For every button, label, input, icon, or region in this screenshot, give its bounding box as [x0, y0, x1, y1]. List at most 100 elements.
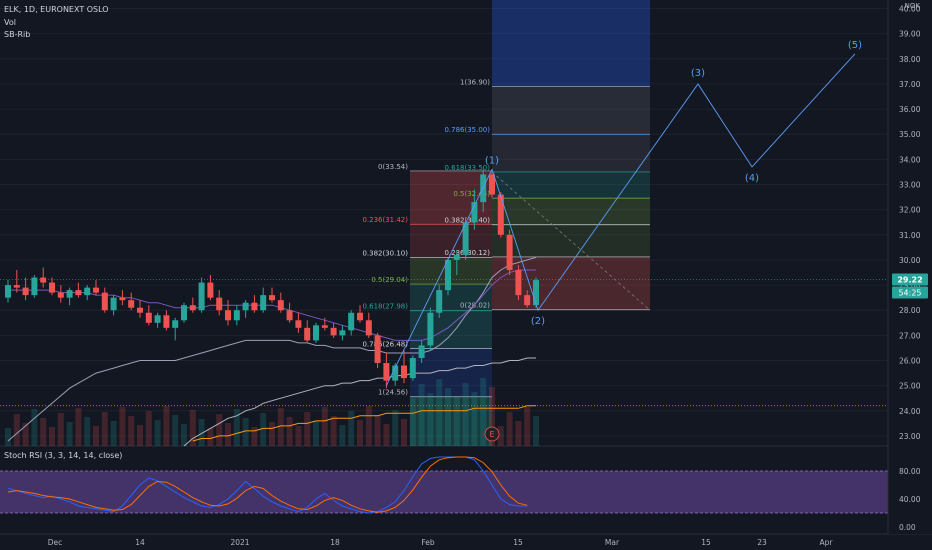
volume-bar [31, 409, 38, 446]
candle-body [93, 287, 99, 293]
candle-body [13, 285, 20, 288]
volume-bar [401, 419, 407, 446]
volume-bar [462, 383, 469, 446]
candle-body [533, 280, 539, 306]
volume-bar [471, 392, 478, 446]
volume-bar [383, 424, 390, 446]
fib-left-zone [410, 310, 492, 349]
candle-body [145, 312, 152, 323]
candle-body [277, 300, 284, 311]
price-tick-label: 35.00 [899, 130, 921, 139]
volume-bar [330, 416, 337, 446]
price-tick-label: 37.00 [899, 80, 921, 89]
price-tick-label: 26.00 [899, 357, 921, 366]
time-axis[interactable]: Dec 14 2021 18 Feb 15 Mar 15 23 Apr [48, 538, 834, 547]
wave-label: (3) [691, 68, 705, 79]
volume-bar [374, 415, 381, 446]
candle-body [31, 277, 38, 296]
candle-body [40, 277, 47, 283]
volume-bar [392, 410, 399, 446]
symbol-legend[interactable]: ELK, 1D, EURONEXT OSLO [4, 4, 109, 16]
volume-badge-text: 54:25 [898, 289, 921, 298]
candle-body [154, 315, 161, 323]
candle-body [189, 305, 196, 311]
candle-body [251, 302, 258, 311]
candle-body [49, 282, 55, 293]
time-tick-label: 23 [757, 538, 767, 547]
time-tick-label: Feb [421, 538, 435, 547]
price-tick-label: 30.00 [899, 256, 921, 265]
wave-label: (2) [531, 316, 545, 327]
stoch-rsi-pane [0, 456, 932, 535]
stoch-tick-label: 40.00 [899, 495, 921, 504]
candle-body [401, 365, 407, 379]
candle-body [321, 325, 328, 328]
volume-bar [445, 388, 451, 446]
volume-bar [286, 417, 293, 446]
candle-body [233, 310, 240, 321]
price-axis[interactable]: 40.00 39.00 38.00 37.00 36.00 35.00 34.00 33.00… [887, 0, 932, 534]
price-tick-label: 31.00 [899, 231, 921, 240]
candle-body [409, 358, 416, 379]
candle-body [225, 310, 231, 321]
volume-bar [145, 411, 152, 446]
volume-bar [181, 424, 187, 446]
volume-bar [207, 428, 214, 446]
stoch-band [0, 471, 888, 513]
volume-bar [418, 384, 425, 446]
volume-bar [84, 417, 91, 446]
price-tick-label: 39.00 [899, 30, 921, 39]
price-tick-label: 32.00 [899, 206, 921, 215]
price-tick-label: 34.00 [899, 155, 921, 164]
volume-bar [172, 415, 179, 446]
candle-body [198, 282, 205, 311]
wave-label: (5) [848, 40, 862, 51]
time-tick-label: Mar [605, 538, 620, 547]
volume-bar [128, 416, 135, 446]
candle-body [515, 270, 522, 296]
volume-bar [453, 397, 460, 446]
fib-upper-label: 0.786(35.00) [444, 126, 490, 134]
volume-bar [339, 425, 346, 446]
earnings-marker-text: E [489, 430, 494, 439]
currency-label: NOK [905, 2, 921, 10]
candle-body [295, 320, 302, 328]
candle-body [348, 312, 355, 331]
candle-body [497, 194, 504, 235]
volume-bar [348, 411, 355, 446]
volume-legend[interactable]: Vol [4, 17, 16, 29]
wave-label: (4) [745, 173, 759, 184]
ribbon-legend[interactable]: SB-Rib [4, 29, 30, 41]
fib-left-label: 0.382(30.10) [362, 249, 408, 257]
candle-body [330, 327, 337, 336]
time-tick-label: Dec [48, 538, 63, 547]
volume-bar [154, 420, 161, 446]
volume-bar [506, 412, 513, 446]
stoch-tick-label: 0.00 [899, 523, 916, 532]
stoch-tick-label: 80.00 [899, 467, 921, 476]
volume-bar [40, 418, 47, 446]
chart-canvas[interactable]: 0(33.54) 0.236(31.42) 0.382(30.10) 0.5(29.0… [0, 0, 932, 550]
price-tick-label: 28.00 [899, 306, 921, 315]
volume-bar [295, 426, 302, 446]
volume-bar [119, 407, 126, 446]
volume-bar [110, 421, 117, 446]
volume-bar [524, 407, 531, 446]
stoch-rsi-legend[interactable]: Stoch RSI (3, 3, 14, 14, close) [4, 451, 122, 460]
volume-bar [5, 428, 11, 446]
candle-body [5, 285, 11, 298]
candle-body [524, 295, 531, 306]
candle-body [84, 287, 91, 296]
fib-left-label: 0.618(27.98) [362, 303, 408, 311]
candle-body [269, 295, 275, 301]
candle-body [339, 330, 346, 336]
volume-bar [216, 414, 223, 446]
candle-body [172, 320, 179, 328]
candle-body [286, 310, 293, 321]
candle-body [181, 305, 187, 321]
price-tick-label: 24.00 [899, 407, 921, 416]
volume-bar [515, 421, 522, 446]
volume-bar [357, 420, 363, 446]
volume-bar [225, 423, 231, 446]
time-tick-label: 18 [330, 538, 340, 547]
